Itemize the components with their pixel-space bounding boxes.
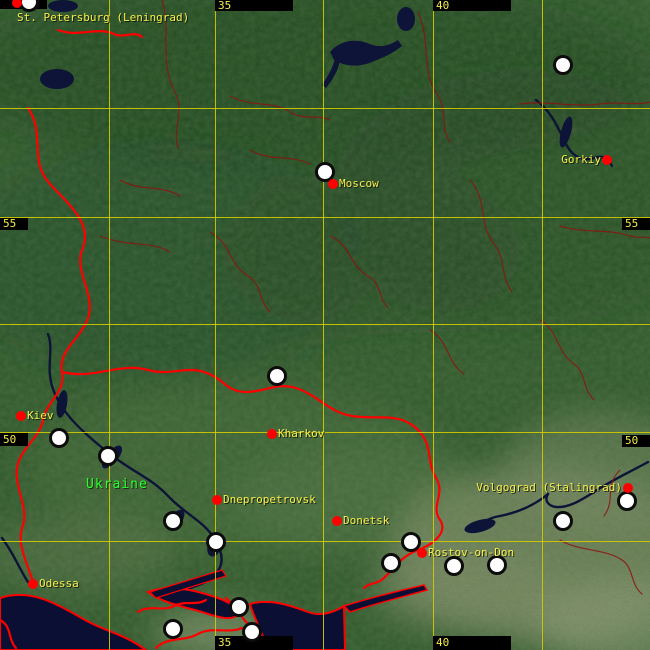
satellite-map[interactable]: 35 40 35 40 55 50 55 50 St. Petersburg (Leningr… — [0, 0, 650, 650]
unit-marker[interactable] — [242, 622, 262, 642]
region-label: Ukraine — [86, 477, 148, 492]
region-labels-layer: Ukraine — [0, 0, 650, 650]
unit-marker[interactable] — [163, 619, 183, 639]
unit-marker[interactable] — [49, 428, 69, 448]
city-label: Gorkiy — [561, 153, 601, 166]
city-label: St. Petersburg (Leningrad) — [17, 11, 190, 24]
unit-marker[interactable] — [553, 511, 573, 531]
city-marker[interactable] — [602, 155, 612, 165]
unit-marker[interactable] — [267, 366, 287, 386]
unit-marker[interactable] — [206, 532, 226, 552]
unit-marker[interactable] — [444, 556, 464, 576]
unit-marker[interactable] — [381, 553, 401, 573]
city-marker[interactable] — [212, 495, 222, 505]
city-label: Kiev — [27, 409, 54, 422]
unit-marker[interactable] — [229, 597, 249, 617]
city-label: Donetsk — [343, 514, 390, 527]
unit-marker[interactable] — [163, 511, 183, 531]
city-label: Dnepropetrovsk — [223, 493, 316, 506]
unit-marker[interactable] — [98, 446, 118, 466]
unit-marker[interactable] — [617, 491, 637, 511]
city-marker[interactable] — [417, 548, 427, 558]
city-label: Volgograd (Stalingrad) — [476, 481, 622, 494]
city-label: Odessa — [39, 577, 79, 590]
city-marker[interactable] — [267, 429, 277, 439]
city-label: Rostov-on-Don — [428, 546, 515, 559]
city-marker[interactable] — [623, 483, 633, 493]
city-label: Moscow — [339, 177, 379, 190]
city-label: Kharkov — [278, 427, 325, 440]
unit-marker[interactable] — [553, 55, 573, 75]
city-marker[interactable] — [328, 179, 338, 189]
city-marker[interactable] — [28, 579, 38, 589]
city-marker[interactable] — [16, 411, 26, 421]
city-marker[interactable] — [332, 516, 342, 526]
